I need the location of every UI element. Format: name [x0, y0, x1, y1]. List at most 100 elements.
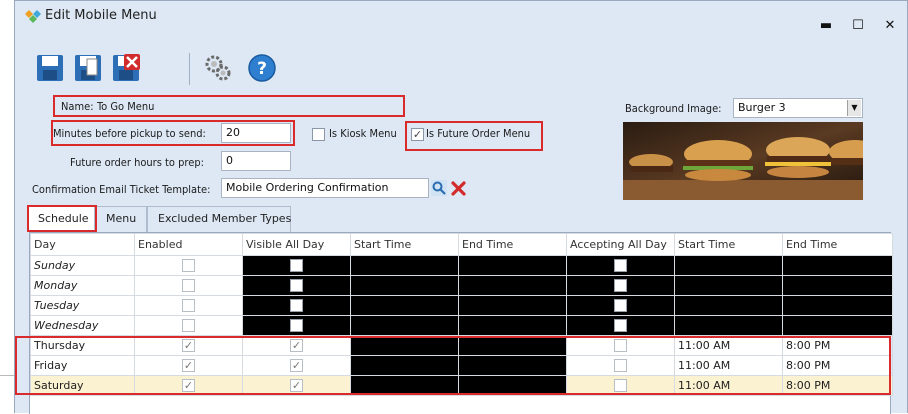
checkbox-wrapper [246, 317, 347, 335]
close-button[interactable]: ✕ [875, 16, 905, 36]
tab-menu[interactable]: Menu [95, 206, 147, 232]
col-accepting-end-time[interactable]: End Time [782, 233, 893, 256]
background-divider [0, 375, 14, 376]
checkbox-box[interactable] [614, 319, 627, 332]
col-start-time[interactable]: Start Time [350, 233, 459, 256]
accepting-start-time-cell[interactable] [674, 275, 783, 296]
accepting-end-time-cell[interactable] [782, 255, 893, 276]
enabled-checkbox[interactable] [134, 275, 243, 296]
accepting-start-time-cell[interactable] [674, 295, 783, 316]
accepting-all-day-checkbox[interactable] [566, 315, 675, 336]
start-time-cell[interactable] [350, 255, 459, 276]
col-enabled[interactable]: Enabled [134, 233, 243, 256]
col-day[interactable]: Day [30, 233, 135, 256]
checkbox-box[interactable] [182, 279, 195, 292]
checkbox-wrapper [570, 297, 671, 315]
accepting-all-day-checkbox[interactable] [566, 255, 675, 276]
table-row[interactable]: Wednesday [30, 315, 893, 336]
accepting-end-time-cell[interactable] [782, 295, 893, 316]
col-accepting-start-time[interactable]: Start Time [674, 233, 783, 256]
enabled-checkbox[interactable] [134, 315, 243, 336]
checkbox-wrapper [246, 297, 347, 315]
kiosk-menu-checkbox[interactable] [312, 128, 325, 141]
schedule-tab-highlight [27, 205, 97, 232]
future-hours-label: Future order hours to prep: [70, 156, 204, 169]
accepting-all-day-checkbox[interactable] [566, 275, 675, 296]
email-template-input[interactable]: Mobile Ordering Confirmation [221, 178, 429, 198]
settings-icon[interactable] [203, 53, 233, 83]
checkbox-wrapper [138, 317, 239, 335]
checkbox-box[interactable] [290, 299, 303, 312]
enabled-checkbox[interactable] [134, 295, 243, 316]
visible-all-day-checkbox[interactable] [242, 295, 351, 316]
checkbox-box[interactable] [290, 319, 303, 332]
col-end-time[interactable]: End Time [458, 233, 567, 256]
checkbox-wrapper [246, 277, 347, 295]
start-time-cell[interactable] [350, 275, 459, 296]
visible-all-day-checkbox[interactable] [242, 255, 351, 276]
day-cell[interactable]: Wednesday [30, 315, 135, 336]
save-icon[interactable] [35, 53, 65, 83]
end-time-cell[interactable] [458, 295, 567, 316]
background-image-select[interactable]: Burger 3 ▼ [733, 98, 863, 118]
checkbox-box[interactable] [614, 279, 627, 292]
checkbox-box[interactable] [182, 319, 195, 332]
kiosk-menu-label: Is Kiosk Menu [329, 127, 397, 140]
toolbar-separator [189, 53, 190, 85]
start-time-cell[interactable] [350, 295, 459, 316]
checkbox-box[interactable] [614, 299, 627, 312]
end-time-cell[interactable] [458, 255, 567, 276]
checkbox-wrapper [570, 317, 671, 335]
title-bar: Edit Mobile Menu ▬ ☐ ✕ [15, 1, 907, 33]
start-time-cell[interactable] [350, 315, 459, 336]
background-image-preview [623, 122, 863, 200]
day-cell[interactable]: Sunday [30, 255, 135, 276]
day-cell[interactable]: Tuesday [30, 295, 135, 316]
search-icon[interactable] [431, 180, 447, 196]
end-time-cell[interactable] [458, 315, 567, 336]
tab-excluded-member-types[interactable]: Excluded Member Types [147, 206, 291, 232]
delete-icon[interactable] [111, 53, 141, 83]
visible-all-day-checkbox[interactable] [242, 315, 351, 336]
grid-header-row: Day Enabled Visible All Day Start Time E… [30, 233, 893, 256]
col-accepting-all-day[interactable]: Accepting All Day [566, 233, 675, 256]
maximize-button[interactable]: ☐ [843, 16, 873, 36]
minimize-button[interactable]: ▬ [811, 16, 841, 36]
enabled-checkbox[interactable] [134, 255, 243, 276]
help-icon[interactable]: ? [247, 53, 277, 83]
end-time-cell[interactable] [458, 275, 567, 296]
table-row[interactable]: Sunday [30, 255, 893, 276]
checkbox-wrapper [570, 277, 671, 295]
accepting-start-time-cell[interactable] [674, 315, 783, 336]
checkbox-wrapper [246, 257, 347, 275]
minutes-highlight [51, 120, 295, 146]
accepting-start-time-cell[interactable] [674, 255, 783, 276]
checkbox-wrapper [138, 257, 239, 275]
future-order-highlight [405, 121, 543, 151]
rows-highlight [15, 336, 891, 395]
background-image-value: Burger 3 [738, 101, 786, 114]
checkbox-box[interactable] [290, 279, 303, 292]
checkbox-box[interactable] [290, 259, 303, 272]
checkbox-box[interactable] [614, 259, 627, 272]
email-template-label: Confirmation Email Ticket Template: [32, 183, 211, 196]
visible-all-day-checkbox[interactable] [242, 275, 351, 296]
save-new-icon[interactable] [73, 53, 103, 83]
app-logo-icon [25, 10, 41, 23]
clear-icon[interactable] [451, 181, 466, 196]
table-row[interactable]: Monday [30, 275, 893, 296]
svg-text:?: ? [257, 59, 267, 79]
accepting-end-time-cell[interactable] [782, 275, 893, 296]
accepting-all-day-checkbox[interactable] [566, 295, 675, 316]
window-title: Edit Mobile Menu [45, 8, 157, 23]
checkbox-box[interactable] [182, 259, 195, 272]
col-visible-all-day[interactable]: Visible All Day [242, 233, 351, 256]
table-row[interactable]: Tuesday [30, 295, 893, 316]
edit-mobile-menu-window: Edit Mobile Menu ▬ ☐ ✕ ? Name: To Go Men… [14, 0, 908, 414]
accepting-end-time-cell[interactable] [782, 315, 893, 336]
checkbox-box[interactable] [182, 299, 195, 312]
background-image-label: Background Image: [625, 102, 722, 115]
future-hours-input[interactable]: 0 [221, 151, 291, 171]
chevron-down-icon: ▼ [847, 100, 861, 116]
day-cell[interactable]: Monday [30, 275, 135, 296]
